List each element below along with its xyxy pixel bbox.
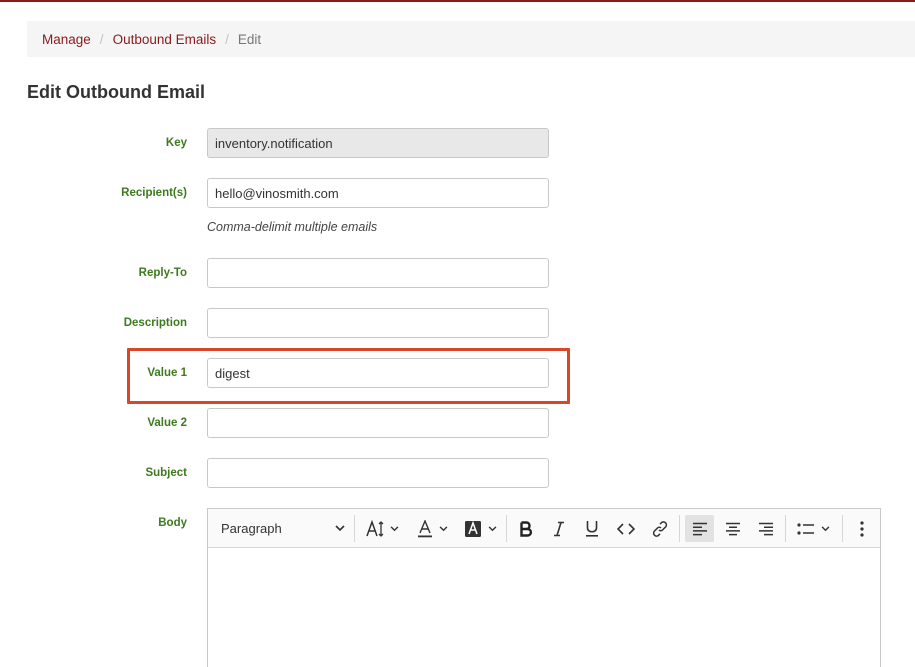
toolbar-separator xyxy=(842,515,843,542)
breadcrumb: Manage / Outbound Emails / Edit xyxy=(27,21,915,57)
bulleted-list-button[interactable] xyxy=(791,509,835,548)
link-button[interactable] xyxy=(646,509,674,548)
page-title: Edit Outbound Email xyxy=(27,82,205,102)
underline-button[interactable] xyxy=(578,509,606,548)
background-color-icon xyxy=(464,520,482,538)
body-label: Body xyxy=(158,517,187,529)
value2-label: Value 2 xyxy=(147,417,187,429)
breadcrumb-separator: / xyxy=(99,31,104,47)
value2-field[interactable] xyxy=(207,408,549,438)
reply-to-field[interactable] xyxy=(207,258,549,288)
code-button[interactable] xyxy=(611,509,641,548)
chevron-down-icon xyxy=(335,525,345,532)
italic-icon xyxy=(553,521,565,537)
align-right-button[interactable] xyxy=(751,509,780,548)
key-label: Key xyxy=(165,137,187,149)
toolbar-separator xyxy=(679,515,680,542)
link-icon xyxy=(652,520,668,537)
recipients-help-text: Comma-delimit multiple emails xyxy=(207,220,378,234)
value1-field[interactable]: digest xyxy=(207,358,549,388)
chevron-down-icon xyxy=(439,525,448,532)
bold-icon xyxy=(519,520,533,537)
align-right-icon xyxy=(758,522,774,536)
breadcrumb-current: Edit xyxy=(237,31,262,47)
align-center-button[interactable] xyxy=(718,509,747,548)
bulleted-list-icon xyxy=(796,522,815,536)
recipients-field[interactable]: hello@vinosmith.com xyxy=(207,178,549,208)
subject-label: Subject xyxy=(145,467,187,479)
underline-icon xyxy=(585,520,599,537)
key-value: inventory.notification xyxy=(215,135,333,151)
more-options-button[interactable] xyxy=(848,509,876,548)
chevron-down-icon xyxy=(488,525,497,532)
subject-field[interactable] xyxy=(207,458,549,488)
italic-button[interactable] xyxy=(545,509,573,548)
key-field: inventory.notification xyxy=(207,128,549,158)
body-rich-text-editor: Paragraph xyxy=(207,508,881,667)
align-center-icon xyxy=(725,522,741,536)
description-field[interactable] xyxy=(207,308,549,338)
align-left-button[interactable] xyxy=(685,515,714,542)
toolbar-separator xyxy=(506,515,507,542)
chevron-down-icon xyxy=(390,525,399,532)
breadcrumb-link-manage[interactable]: Manage xyxy=(42,32,91,47)
editor-content-area[interactable] xyxy=(208,549,880,667)
font-size-button[interactable] xyxy=(362,509,402,548)
font-color-button[interactable] xyxy=(412,509,452,548)
editor-toolbar: Paragraph xyxy=(208,509,880,548)
reply-to-label: Reply-To xyxy=(138,267,187,279)
align-left-icon xyxy=(692,522,708,536)
more-vertical-icon xyxy=(860,520,864,537)
chevron-down-icon xyxy=(821,525,830,532)
recipients-value: hello@vinosmith.com xyxy=(215,185,339,201)
toolbar-separator xyxy=(354,515,355,542)
top-accent-bar xyxy=(0,0,915,2)
font-color-icon xyxy=(417,519,433,538)
value1-value: digest xyxy=(215,365,250,381)
code-icon xyxy=(617,522,635,535)
value1-label: Value 1 xyxy=(147,367,187,379)
toolbar-separator xyxy=(785,515,786,542)
description-label: Description xyxy=(123,317,187,329)
paragraph-format-dropdown[interactable]: Paragraph xyxy=(214,509,352,548)
breadcrumb-link-outbound-emails[interactable]: Outbound Emails xyxy=(113,32,217,47)
breadcrumb-separator: / xyxy=(225,31,229,47)
background-color-button[interactable] xyxy=(460,509,500,548)
bold-button[interactable] xyxy=(512,509,540,548)
recipients-label: Recipient(s) xyxy=(121,187,187,199)
paragraph-format-label: Paragraph xyxy=(221,521,282,536)
font-size-icon xyxy=(365,519,386,538)
